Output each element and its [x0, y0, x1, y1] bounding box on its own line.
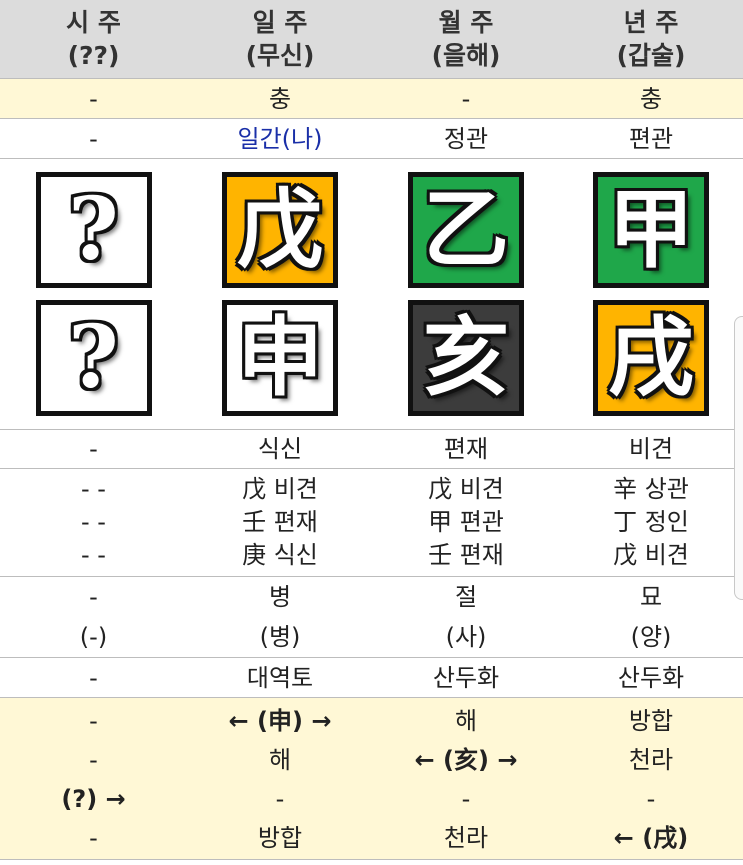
relations-row: - - (?) → - ← (申) → 해 - 방합 해 ← (亥) → - 천… [0, 697, 743, 860]
relation-item: - [275, 785, 285, 813]
relations-cell: 방합 천라 - ← (戌) [559, 697, 743, 860]
stem-tile-day: 戊 [222, 172, 338, 288]
saju-table: 시 주 (??) 일 주 (무신) 월 주 (을해) 년 주 (갑술) - 충 - 충 … [0, 0, 743, 860]
relation-item: - [89, 746, 98, 774]
hidden-stems-cell: 戊 비견 壬 편재 庚 식신 [187, 468, 373, 577]
stage-value: - [89, 583, 98, 611]
relation-item: (?) → [61, 785, 126, 813]
stage-sub: (사) [445, 623, 487, 651]
branch-tile-month: 亥 [408, 300, 524, 416]
stage-sub: (양) [630, 623, 672, 651]
stem-tile-hour: ? [35, 172, 152, 288]
column-header-year: 년 주 (갑술) [559, 0, 743, 79]
column-header-hour: 시 주 (??) [0, 0, 187, 79]
ten-god-cell: 정관 [373, 118, 559, 159]
clash-row: - 충 - 충 [0, 78, 743, 119]
header-row: 시 주 (??) 일 주 (무신) 월 주 (을해) 년 주 (갑술) [0, 0, 743, 79]
hidden-stem: 辛 상관 [613, 475, 689, 503]
hidden-stems-cell: - - - - - - [0, 468, 187, 577]
relation-item: ← (申) → [228, 707, 332, 735]
napeum-cell: - [0, 657, 187, 698]
pillar-day: 戊 申 [187, 158, 373, 430]
hidden-stem: 壬 편재 [242, 508, 318, 536]
twelve-stages-row: - (-) 병 (병) 절 (사) 묘 (양) [0, 576, 743, 658]
relation-item: - [89, 824, 98, 852]
relation-item: 천라 [443, 824, 489, 852]
stage-value: 병 [268, 583, 292, 611]
relation-item: 천라 [628, 746, 674, 774]
stage-cell: 절 (사) [373, 576, 559, 658]
hidden-stem: 壬 편재 [428, 541, 504, 569]
column-header-month: 월 주 (을해) [373, 0, 559, 79]
stage-cell: 묘 (양) [559, 576, 743, 658]
relation-item: 해 [454, 707, 478, 735]
relation-item: ← (亥) → [414, 746, 518, 774]
relation-item: - [646, 785, 656, 813]
hidden-stem: - - [81, 541, 106, 569]
hidden-stems-cell: 辛 상관 丁 정인 戊 비견 [559, 468, 743, 577]
ten-god-cell: 편관 [559, 118, 743, 159]
relation-item: ← (戌) [613, 824, 689, 852]
branch-tile-year: 戌 [593, 300, 709, 416]
scroll-handle[interactable] [734, 316, 743, 600]
relation-item: 해 [268, 746, 292, 774]
napeum-cell: 대역토 [187, 657, 373, 698]
hidden-stem: 戊 비견 [428, 475, 504, 503]
stage-sub: (병) [259, 623, 301, 651]
stage-value: 묘 [639, 583, 663, 611]
hidden-stem: 甲 편관 [428, 508, 504, 536]
hidden-stems-cell: 戊 비견 甲 편관 壬 편재 [373, 468, 559, 577]
pillar-hour: ? ? [0, 158, 187, 430]
napeum-cell: 산두화 [373, 657, 559, 698]
stage-cell: 병 (병) [187, 576, 373, 658]
hidden-stem: 庚 식신 [242, 541, 318, 569]
clash-cell: - [373, 78, 559, 119]
pillar-year: 甲 戌 [559, 158, 743, 430]
stage-sub: (-) [79, 623, 108, 651]
ten-god-cell: 비견 [559, 429, 743, 469]
ten-gods-bottom-row: - 식신 편재 비견 [0, 429, 743, 469]
hidden-stem: - - [81, 475, 106, 503]
ten-gods-top-row: - 일간(나) 정관 편관 [0, 118, 743, 159]
pillar-glyph-row: ? ? 戊 申 乙 亥 甲 戌 [0, 158, 743, 430]
ten-god-cell: 편재 [373, 429, 559, 469]
clash-cell: 충 [187, 78, 373, 119]
ten-god-cell: - [0, 429, 187, 469]
ten-god-cell: 식신 [187, 429, 373, 469]
relations-cell: ← (申) → 해 - 방합 [187, 697, 373, 860]
relation-item: - [89, 707, 98, 735]
branch-tile-day: 申 [222, 300, 338, 416]
relations-cell: - - (?) → - [0, 697, 187, 860]
stem-tile-month: 乙 [408, 172, 524, 288]
relations-cell: 해 ← (亥) → - 천라 [373, 697, 559, 860]
relation-item: 방합 [257, 824, 303, 852]
hidden-stem: 戊 비견 [613, 541, 689, 569]
hidden-stem: 戊 비견 [242, 475, 318, 503]
column-header-day: 일 주 (무신) [187, 0, 373, 79]
clash-cell: 충 [559, 78, 743, 119]
hidden-stem: - - [81, 508, 106, 536]
stage-value: 절 [454, 583, 478, 611]
pillar-month: 乙 亥 [373, 158, 559, 430]
napeum-row: - 대역토 산두화 산두화 [0, 657, 743, 698]
ten-god-cell-ilgan: 일간(나) [187, 118, 373, 159]
hidden-stem: 丁 정인 [613, 508, 689, 536]
stem-tile-year: 甲 [593, 172, 709, 288]
relation-item: - [461, 785, 471, 813]
ten-god-cell: - [0, 118, 187, 159]
hidden-stems-row: - - - - - - 戊 비견 壬 편재 庚 식신 戊 비견 甲 편관 壬 편… [0, 468, 743, 577]
napeum-cell: 산두화 [559, 657, 743, 698]
stage-cell: - (-) [0, 576, 187, 658]
branch-tile-hour: ? [35, 300, 152, 416]
clash-cell: - [0, 78, 187, 119]
relation-item: 방합 [628, 707, 674, 735]
